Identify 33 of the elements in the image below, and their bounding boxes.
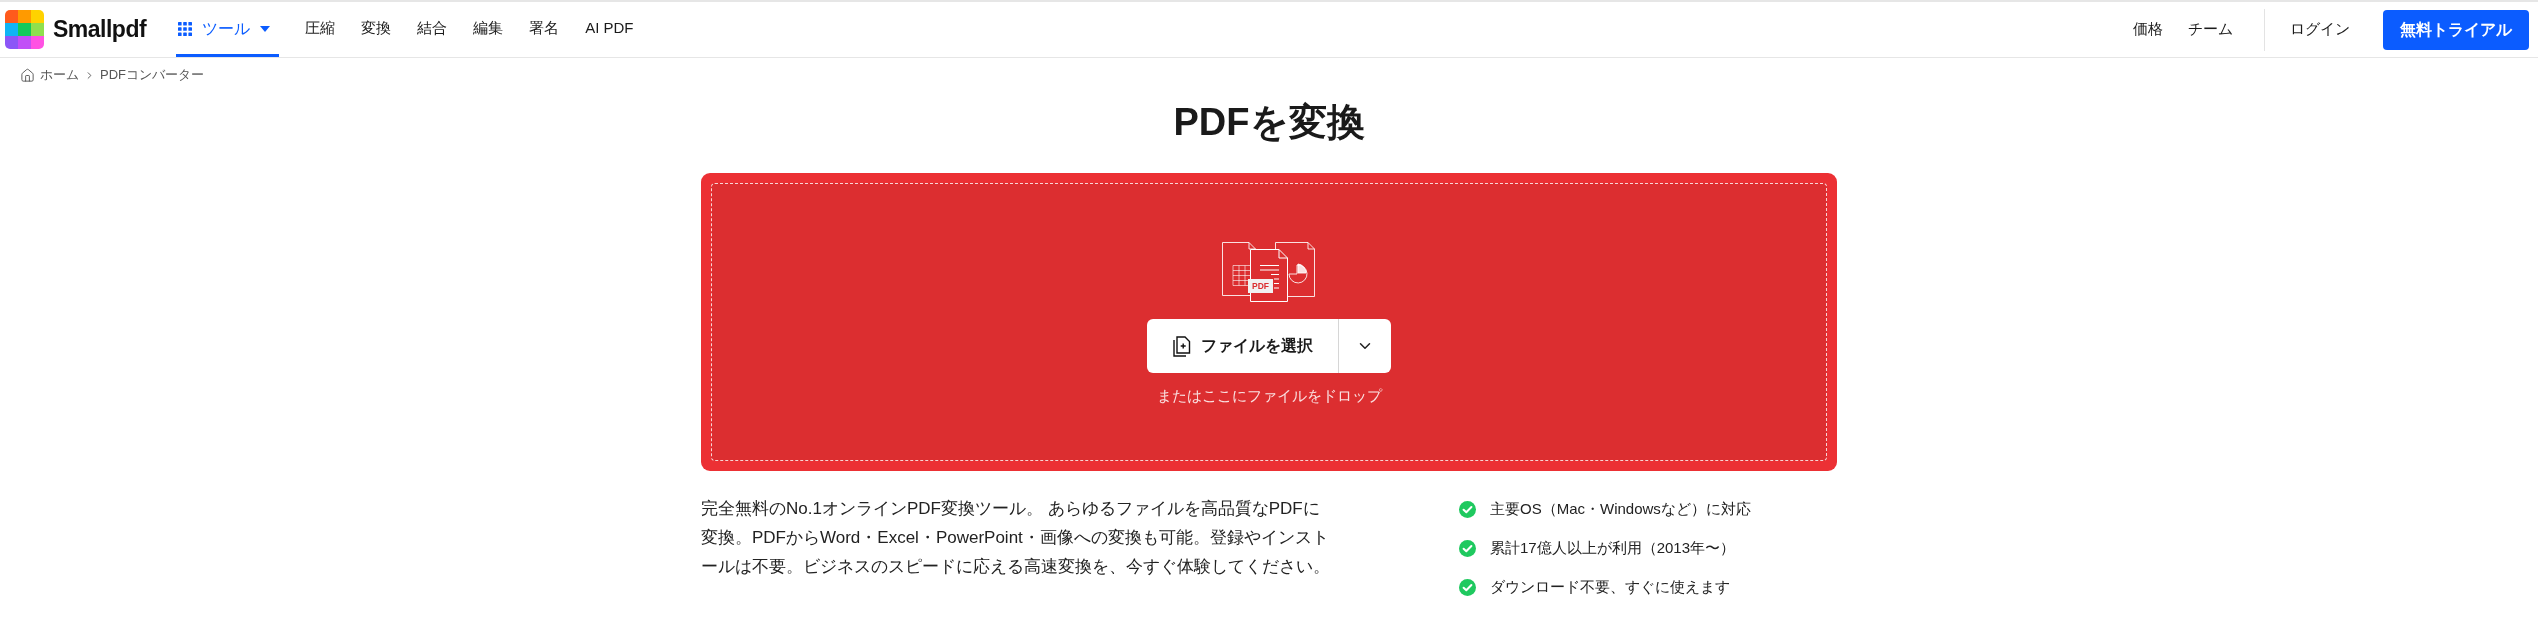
chart-document-icon bbox=[1275, 242, 1315, 297]
free-trial-button[interactable]: 無料トライアル bbox=[2383, 9, 2529, 50]
select-file-button[interactable]: ファイルを選択 bbox=[1147, 319, 1338, 373]
caret-down-icon bbox=[260, 25, 271, 32]
login-link[interactable]: ログイン bbox=[2290, 18, 2350, 41]
nav-link[interactable]: 価格 bbox=[2133, 18, 2163, 41]
tools-menu-tab[interactable]: ツール bbox=[176, 2, 280, 57]
nav-link[interactable]: 圧縮 bbox=[305, 2, 336, 57]
grid-icon bbox=[178, 21, 193, 36]
nav-link[interactable]: 結合 bbox=[417, 2, 448, 57]
nav-link[interactable]: 変換 bbox=[361, 2, 392, 57]
drop-hint: またはここにファイルをドロップ bbox=[1156, 386, 1382, 406]
check-circle-icon bbox=[1459, 539, 1476, 557]
home-logo-link[interactable]: Smallpdf bbox=[5, 2, 147, 57]
nav-link[interactable]: チーム bbox=[2188, 18, 2233, 41]
feature-text: ダウンロード不要、すぐに使えます bbox=[1490, 576, 1730, 597]
check-circle-icon bbox=[1459, 500, 1476, 518]
nav-link[interactable]: 署名 bbox=[529, 2, 560, 57]
feature-text: 主要OS（Mac・Windowsなど）に対応 bbox=[1490, 498, 1751, 519]
check-circle-icon bbox=[1459, 578, 1476, 596]
nav-link[interactable]: AI PDF bbox=[585, 2, 634, 57]
page-title: PDFを変換 bbox=[1173, 101, 1365, 143]
nav-link[interactable]: 編集 bbox=[473, 2, 504, 57]
home-icon bbox=[20, 67, 35, 83]
description-paragraph: 完全無料のNo.1オンラインPDF変換ツール。 あらゆるファイルを高品質なPDFに変換。PDFからWord・Excel・PowerPoint・画像への変換も可能。登録やインストールは不要。ビジネスのスピードに応える高速変換を、今すぐ体験してください。 bbox=[701, 498, 1331, 578]
breadcrumb-current: PDFコンバーター bbox=[100, 66, 204, 85]
feature-text: 累計17億人以上が利用（2013年〜） bbox=[1490, 537, 1736, 558]
file-add-icon bbox=[1172, 335, 1191, 357]
pdf-label: PDF bbox=[1252, 281, 1269, 292]
logo-icon bbox=[5, 10, 44, 49]
file-drop-area[interactable]: PDF ファイルを選択 またはここにファイルをドロップ bbox=[711, 183, 1827, 461]
home-breadcrumb-link[interactable]: ホーム bbox=[20, 65, 79, 85]
dropdown-button[interactable] bbox=[1338, 319, 1391, 373]
